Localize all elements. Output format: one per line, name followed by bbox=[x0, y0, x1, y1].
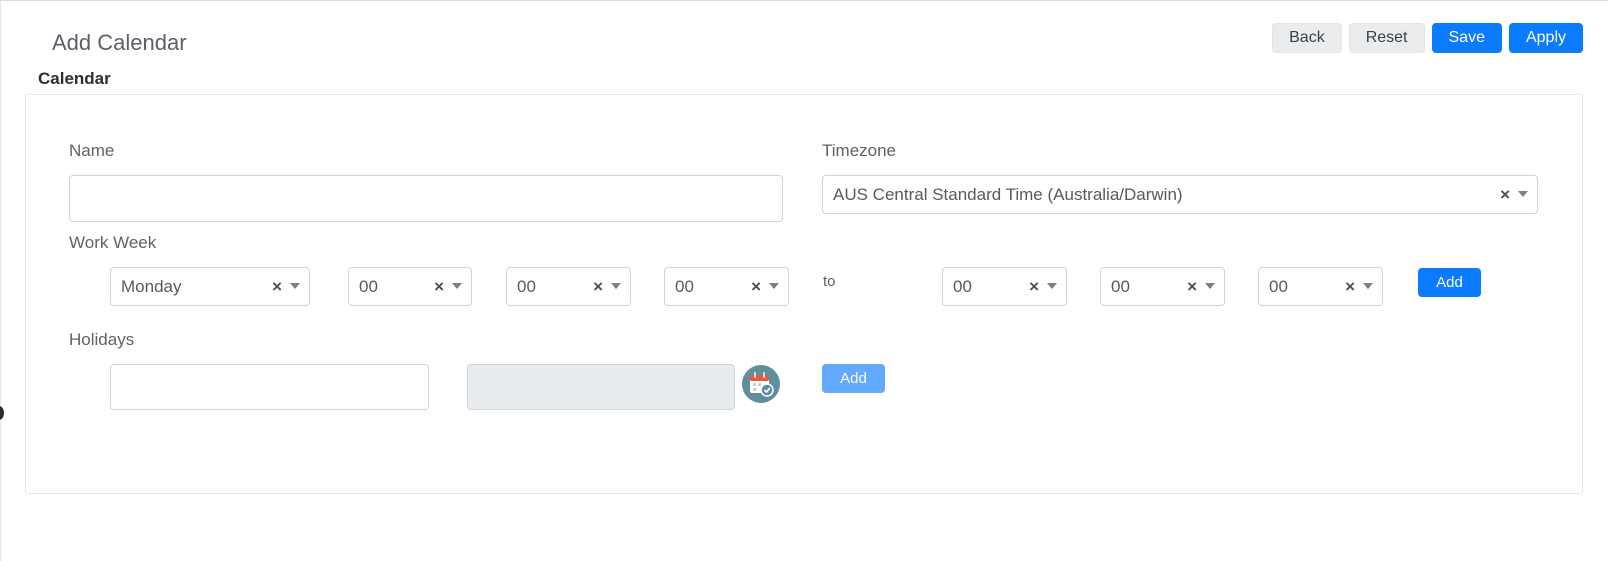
timezone-value: AUS Central Standard Time (Australia/Dar… bbox=[833, 184, 1183, 204]
timezone-select[interactable]: AUS Central Standard Time (Australia/Dar… bbox=[822, 175, 1538, 214]
work-week-label: Work Week bbox=[69, 233, 157, 252]
clear-icon[interactable]: × bbox=[1187, 277, 1197, 297]
clear-icon[interactable]: × bbox=[1500, 185, 1510, 205]
apply-button[interactable]: Apply bbox=[1508, 23, 1583, 53]
add-work-week-button[interactable]: Add bbox=[1418, 268, 1481, 297]
holiday-date-input[interactable] bbox=[467, 364, 735, 410]
clear-icon[interactable]: × bbox=[1029, 277, 1039, 297]
holidays-label: Holidays bbox=[69, 330, 135, 349]
to-label: to bbox=[823, 273, 836, 290]
clear-icon[interactable]: × bbox=[751, 277, 761, 297]
name-input[interactable] bbox=[69, 175, 783, 222]
chevron-down-icon[interactable] bbox=[1047, 282, 1057, 289]
work-week-day-value: Monday bbox=[121, 276, 182, 296]
back-button[interactable]: Back bbox=[1272, 23, 1342, 53]
clear-icon[interactable]: × bbox=[272, 277, 282, 297]
to-second-value: 00 bbox=[1269, 276, 1288, 296]
chevron-down-icon[interactable] bbox=[1363, 282, 1373, 289]
save-button[interactable]: Save bbox=[1431, 23, 1502, 53]
reset-button[interactable]: Reset bbox=[1348, 23, 1425, 53]
from-hour-select[interactable]: 00 × bbox=[348, 267, 472, 306]
clear-icon[interactable]: × bbox=[1345, 277, 1355, 297]
from-minute-value: 00 bbox=[517, 276, 536, 296]
clear-icon[interactable]: × bbox=[434, 277, 444, 297]
page-title: Add Calendar bbox=[52, 30, 187, 55]
chevron-down-icon[interactable] bbox=[290, 282, 300, 289]
add-holiday-button[interactable]: Add bbox=[822, 364, 885, 393]
clear-icon[interactable]: × bbox=[593, 277, 603, 297]
calendar-clock-icon[interactable] bbox=[742, 365, 780, 403]
chevron-down-icon[interactable] bbox=[611, 282, 621, 289]
section-title: Calendar bbox=[38, 69, 111, 88]
to-second-select[interactable]: 00 × bbox=[1258, 267, 1383, 306]
chevron-down-icon[interactable] bbox=[1518, 190, 1528, 197]
from-hour-value: 00 bbox=[359, 276, 378, 296]
to-hour-select[interactable]: 00 × bbox=[942, 267, 1067, 306]
to-hour-value: 00 bbox=[953, 276, 972, 296]
name-label: Name bbox=[69, 141, 115, 160]
toolbar: Back Reset Save Apply bbox=[1272, 23, 1583, 53]
timezone-label: Timezone bbox=[822, 141, 897, 160]
from-second-select[interactable]: 00 × bbox=[664, 267, 789, 306]
holiday-name-input[interactable] bbox=[110, 364, 429, 410]
chevron-down-icon[interactable] bbox=[1205, 282, 1215, 289]
to-minute-value: 00 bbox=[1111, 276, 1130, 296]
calendar-icon-graphic bbox=[750, 372, 774, 397]
from-second-value: 00 bbox=[675, 276, 694, 296]
chevron-down-icon[interactable] bbox=[452, 282, 462, 289]
work-week-day-select[interactable]: Monday × bbox=[110, 267, 310, 306]
from-minute-select[interactable]: 00 × bbox=[506, 267, 631, 306]
to-minute-select[interactable]: 00 × bbox=[1100, 267, 1225, 306]
chevron-down-icon[interactable] bbox=[769, 282, 779, 289]
